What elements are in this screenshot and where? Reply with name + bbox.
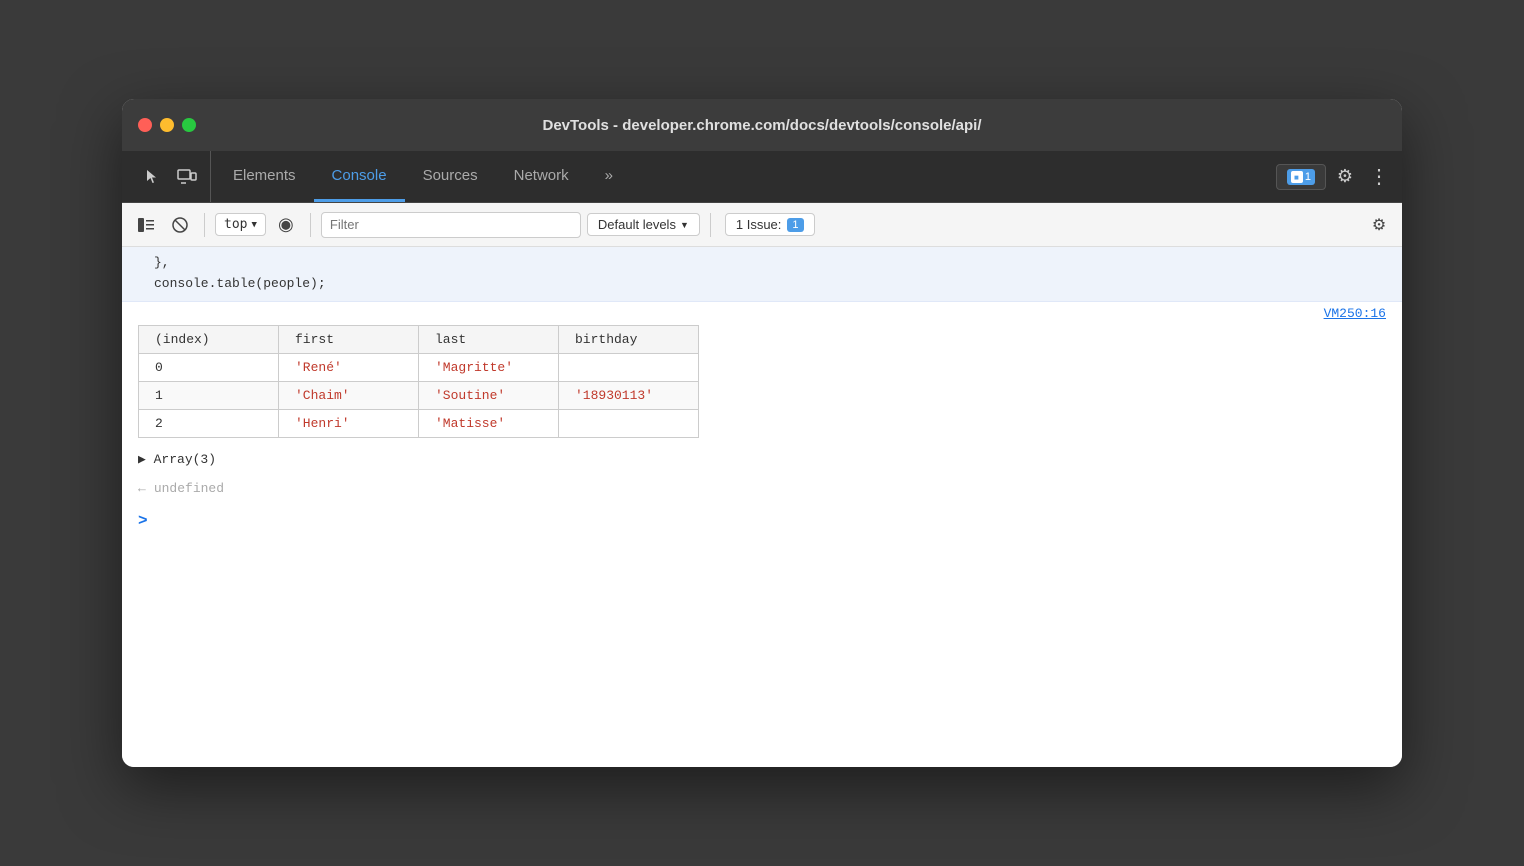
cell-index-2: 2 xyxy=(139,409,279,437)
maximize-button[interactable] xyxy=(182,118,196,132)
col-header-first: first xyxy=(279,325,419,353)
console-settings-icon[interactable]: ⚙ xyxy=(1366,212,1392,238)
cell-index-0: 0 xyxy=(139,353,279,381)
cell-first-0: 'René' xyxy=(279,353,419,381)
table-row: 1 'Chaim' 'Soutine' '18930113' xyxy=(139,381,699,409)
col-header-index: (index) xyxy=(139,325,279,353)
close-button[interactable] xyxy=(138,118,152,132)
console-toolbar: top ▼ ◉ Default levels ▼ 1 Issue: 1 ⚙ xyxy=(122,203,1402,247)
cell-index-1: 1 xyxy=(139,381,279,409)
cell-birthday-1: '18930113' xyxy=(559,381,699,409)
tab-console[interactable]: Console xyxy=(314,151,405,202)
code-block: }, console.table(people); xyxy=(122,247,1402,302)
array-expand[interactable]: ▶ Array(3) xyxy=(122,446,1402,473)
filter-input[interactable] xyxy=(321,212,581,238)
tab-more[interactable]: » xyxy=(587,151,631,202)
code-line-2: console.table(people); xyxy=(154,274,1386,295)
cell-birthday-0 xyxy=(559,353,699,381)
device-icon[interactable] xyxy=(172,162,202,192)
prompt-chevron-icon: > xyxy=(138,512,148,530)
table-row: 2 'Henri' 'Matisse' xyxy=(139,409,699,437)
console-prompt[interactable]: > xyxy=(122,504,1402,538)
tab-bar-right: ■ 1 ⚙ ⋮ xyxy=(1276,151,1394,202)
title-bar: DevTools - developer.chrome.com/docs/dev… xyxy=(122,99,1402,151)
code-line-1: }, xyxy=(154,253,1386,274)
issues-count-badge: 1 xyxy=(787,218,803,232)
tab-bar: Elements Console Sources Network » ■ 1 ⚙ xyxy=(122,151,1402,203)
vm-link[interactable]: VM250:16 xyxy=(122,302,1402,325)
cell-birthday-2 xyxy=(559,409,699,437)
issues-tab-button[interactable]: ■ 1 xyxy=(1276,164,1326,190)
traffic-lights xyxy=(138,118,196,132)
tab-elements[interactable]: Elements xyxy=(215,151,314,202)
more-options-icon[interactable]: ⋮ xyxy=(1364,162,1394,192)
eye-icon-button[interactable]: ◉ xyxy=(272,211,300,239)
undefined-line: ← undefined xyxy=(122,473,1402,504)
cell-last-2: 'Matisse' xyxy=(419,409,559,437)
table-row: 0 'René' 'Magritte' xyxy=(139,353,699,381)
console-output: }, console.table(people); VM250:16 (inde… xyxy=(122,247,1402,767)
window-title: DevTools - developer.chrome.com/docs/dev… xyxy=(542,117,981,134)
issues-badge: ■ 1 xyxy=(1287,169,1315,185)
settings-gear-icon[interactable]: ⚙ xyxy=(1330,162,1360,192)
devtools-window: DevTools - developer.chrome.com/docs/dev… xyxy=(122,99,1402,767)
divider-2 xyxy=(310,213,311,237)
divider-3 xyxy=(710,213,711,237)
tab-network[interactable]: Network xyxy=(496,151,587,202)
cell-first-2: 'Henri' xyxy=(279,409,419,437)
show-sidebar-button[interactable] xyxy=(132,211,160,239)
cell-last-1: 'Soutine' xyxy=(419,381,559,409)
issues-button[interactable]: 1 Issue: 1 xyxy=(725,213,815,236)
tab-sources[interactable]: Sources xyxy=(405,151,496,202)
col-header-birthday: birthday xyxy=(559,325,699,353)
default-levels-button[interactable]: Default levels ▼ xyxy=(587,213,700,236)
svg-text:■: ■ xyxy=(1294,173,1299,182)
context-selector[interactable]: top ▼ xyxy=(215,213,266,236)
cell-last-0: 'Magritte' xyxy=(419,353,559,381)
divider-1 xyxy=(204,213,205,237)
clear-console-button[interactable] xyxy=(166,211,194,239)
minimize-button[interactable] xyxy=(160,118,174,132)
cursor-icon[interactable] xyxy=(138,162,168,192)
cell-first-1: 'Chaim' xyxy=(279,381,419,409)
devtools-icons xyxy=(130,151,211,202)
return-arrow-icon: ← xyxy=(138,481,146,496)
col-header-last: last xyxy=(419,325,559,353)
console-table: (index) first last birthday 0 'René' 'Ma… xyxy=(138,325,699,438)
